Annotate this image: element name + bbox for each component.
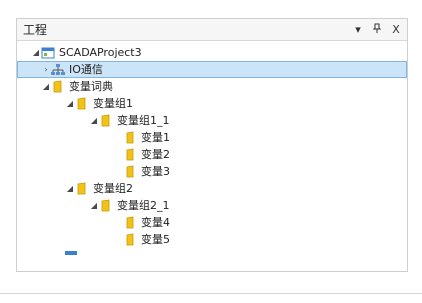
scrolled-item-icon — [65, 248, 79, 256]
folder-icon — [99, 114, 113, 128]
tree-item-variable3[interactable]: 变量3 — [17, 163, 407, 180]
tree-item-variable1[interactable]: 变量1 — [17, 129, 407, 146]
tree-item-label: 变量词典 — [69, 80, 113, 93]
tree-item-group1-1[interactable]: ◢ 变量组1_1 — [17, 112, 407, 129]
tree-item-label: SCADAProject3 — [59, 46, 142, 59]
folder-icon — [75, 182, 89, 196]
variable-icon — [123, 131, 137, 145]
folder-icon — [99, 199, 113, 213]
tree-item-variable-dictionary[interactable]: ◢ 变量词典 — [17, 78, 407, 95]
panel-titlebar: 工程 ▾ X — [17, 19, 407, 41]
tree-item-label: IO通信 — [69, 63, 103, 76]
tree-item-variable4[interactable]: 变量4 — [17, 214, 407, 231]
panel-title: 工程 — [23, 23, 48, 37]
tree-item-label: 变量组2 — [93, 182, 133, 195]
expand-toggle-icon[interactable]: ◢ — [89, 201, 99, 210]
project-icon — [41, 46, 55, 60]
divider — [0, 293, 422, 294]
tree-item-group2-1[interactable]: ◢ 变量组2_1 — [17, 197, 407, 214]
variable-icon — [123, 165, 137, 179]
project-panel: 工程 ▾ X ◢ SCADAProject3 › IO通信 ◢ 变量词典 ◢ 变… — [16, 18, 408, 272]
variable-icon — [123, 148, 137, 162]
project-tree: ◢ SCADAProject3 › IO通信 ◢ 变量词典 ◢ 变量组1 ◢ 变… — [17, 41, 407, 256]
variable-icon — [123, 233, 137, 247]
expand-toggle-icon[interactable]: ◢ — [65, 99, 75, 108]
tree-item-partial[interactable] — [17, 248, 407, 256]
network-icon — [51, 63, 65, 77]
variable-icon — [123, 216, 137, 230]
tree-item-label: 变量组1_1 — [117, 114, 170, 127]
tree-item-variable2[interactable]: 变量2 — [17, 146, 407, 163]
tree-item-variable5[interactable]: 变量5 — [17, 231, 407, 248]
close-icon[interactable]: X — [391, 24, 401, 35]
tree-item-group1[interactable]: ◢ 变量组1 — [17, 95, 407, 112]
tree-item-label: 变量5 — [141, 233, 170, 246]
folder-icon — [51, 80, 65, 94]
dropdown-icon[interactable]: ▾ — [353, 24, 363, 35]
tree-item-label: 变量3 — [141, 165, 170, 178]
expand-toggle-icon[interactable]: ◢ — [65, 184, 75, 193]
tree-item-label: 变量2 — [141, 148, 170, 161]
tree-item-project[interactable]: ◢ SCADAProject3 — [17, 44, 407, 61]
expand-toggle-icon[interactable]: ◢ — [89, 116, 99, 125]
tree-item-label: 变量1 — [141, 131, 170, 144]
tree-item-label: 变量4 — [141, 216, 170, 229]
tree-item-label: 变量组1 — [93, 97, 133, 110]
expand-toggle-icon[interactable]: ◢ — [41, 82, 51, 91]
tree-item-label: 变量组2_1 — [117, 199, 170, 212]
tree-item-io[interactable]: › IO通信 — [17, 61, 407, 78]
folder-icon — [75, 97, 89, 111]
expand-toggle-icon[interactable]: › — [41, 65, 51, 74]
panel-actions: ▾ X — [353, 23, 401, 36]
expand-toggle-icon[interactable]: ◢ — [31, 48, 41, 57]
pin-icon[interactable] — [372, 23, 382, 36]
tree-item-group2[interactable]: ◢ 变量组2 — [17, 180, 407, 197]
